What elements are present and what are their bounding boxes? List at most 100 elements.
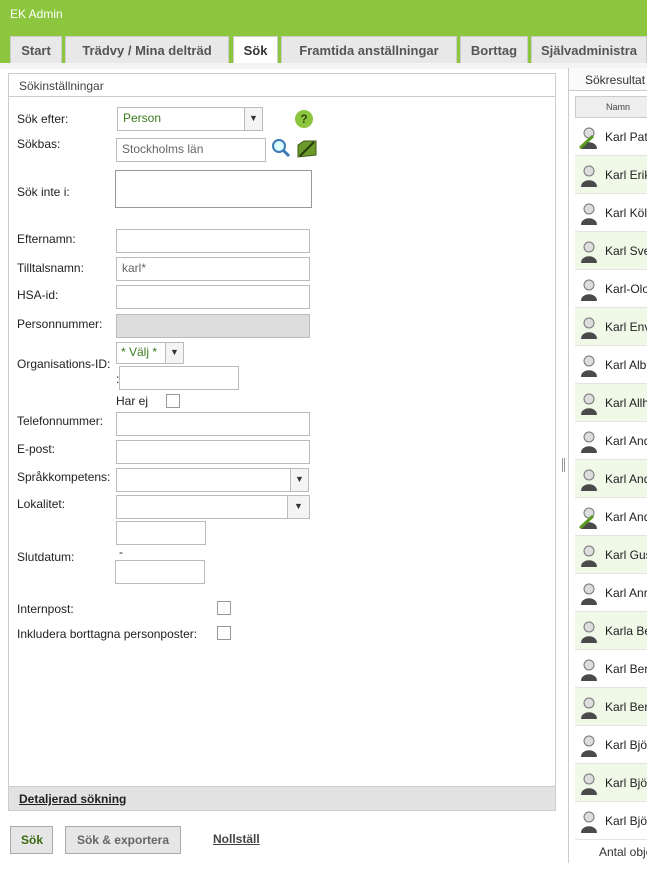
person-icon	[581, 773, 597, 795]
sok-exportera-button[interactable]: Sök & exportera	[65, 826, 181, 854]
person-icon	[581, 545, 597, 567]
tab-start[interactable]: Start	[10, 36, 62, 63]
tab-sjalvadministration[interactable]: Självadministra	[531, 36, 647, 63]
result-row[interactable]: Karl And	[575, 498, 647, 536]
har-ej-label: Har ej	[116, 394, 149, 408]
result-name: Karl Alb	[605, 358, 647, 372]
column-header-namn[interactable]: Namn	[575, 96, 647, 118]
result-name: Karl Köl	[605, 206, 647, 220]
internpost-checkbox[interactable]	[217, 601, 231, 615]
help-icon[interactable]: ?	[295, 110, 313, 128]
telefon-field[interactable]	[116, 412, 310, 436]
slutdatum-label: Slutdatum:	[17, 550, 75, 564]
orgid-select-value: * Välj *	[121, 345, 158, 359]
result-name: Karl Env	[605, 320, 647, 334]
tab-framtida[interactable]: Framtida anställningar	[281, 36, 457, 63]
person-icon	[581, 469, 597, 491]
result-row[interactable]: Karl Env	[575, 308, 647, 346]
result-name: Karl-Olo	[605, 282, 647, 296]
tab-sok[interactable]: Sök	[233, 36, 278, 64]
sprak-select[interactable]: ▼	[116, 468, 309, 492]
sok-button[interactable]: Sök	[10, 826, 53, 854]
inkludera-checkbox[interactable]	[217, 626, 231, 640]
result-row[interactable]: Karl Ben	[575, 650, 647, 688]
result-name: Karl Ben	[605, 700, 647, 714]
result-row[interactable]: Karl Anr	[575, 574, 647, 612]
slutdatum-dash: -	[119, 545, 123, 559]
internpost-label: Internpost:	[17, 602, 74, 616]
result-row[interactable]: Karl Allh	[575, 384, 647, 422]
detaljerad-sokning-link[interactable]: Detaljerad sökning	[19, 792, 126, 806]
result-name: Karl Bjö	[605, 738, 647, 752]
har-ej-checkbox[interactable]	[166, 394, 180, 408]
result-row[interactable]: Karl Pat	[575, 118, 647, 156]
efternamn-field[interactable]	[116, 229, 310, 253]
result-name: Karl Bjö	[605, 776, 647, 790]
result-row[interactable]: Karl Ben	[575, 688, 647, 726]
result-name: Karl And	[605, 510, 647, 524]
result-row[interactable]: Karl Alb	[575, 346, 647, 384]
result-row[interactable]: Karl Köl	[575, 194, 647, 232]
sok-efter-value: Person	[123, 111, 162, 125]
search-settings-panel: Sökinställningar Sök efter: Person ▼ ? S…	[8, 73, 556, 811]
result-row[interactable]: Karl Erik	[575, 156, 647, 194]
person-edit-icon	[579, 127, 597, 150]
orgid-field[interactable]	[119, 366, 239, 390]
results-panel: Sökresultat Namn Karl Pat Karl Erik Karl K…	[568, 68, 647, 863]
result-name: Karl Gus	[605, 548, 647, 562]
result-name: Karla Be	[605, 624, 647, 638]
sokbas-field[interactable]: Stockholms län	[116, 138, 266, 162]
slutdatum-from-field[interactable]	[116, 521, 206, 545]
sok-inte-field[interactable]	[115, 170, 312, 208]
person-icon	[581, 583, 597, 605]
chevron-down-icon: ▼	[165, 343, 183, 363]
lokalitet-label: Lokalitet:	[17, 497, 66, 511]
nollstall-link[interactable]: Nollställ	[213, 832, 260, 846]
result-row[interactable]: Karl And	[575, 422, 647, 460]
resize-handle[interactable]	[562, 458, 565, 472]
result-name: Karl And	[605, 434, 647, 448]
tilltalsnamn-label: Tilltalsnamn:	[17, 261, 84, 275]
tilltalsnamn-field[interactable]: karl*	[116, 257, 310, 281]
person-icon	[581, 355, 597, 377]
panel-title: Sökinställningar	[9, 74, 555, 97]
app-title: EK Admin	[10, 7, 63, 21]
tree-browse-icon[interactable]	[296, 137, 318, 159]
chevron-down-icon: ▼	[290, 469, 308, 491]
result-name: Karl And	[605, 472, 647, 486]
person-icon	[581, 279, 597, 301]
orgid-select[interactable]: * Välj * ▼	[116, 342, 184, 364]
epost-label: E-post:	[17, 442, 56, 456]
hsaid-label: HSA-id:	[17, 288, 59, 302]
result-row[interactable]: Karl-Olo	[575, 270, 647, 308]
sprak-label: Språkkompetens:	[17, 470, 111, 484]
orgid-label: Organisations-ID:	[17, 357, 111, 371]
result-row[interactable]: Karl Bjö	[575, 764, 647, 802]
lokalitet-select[interactable]: ▼	[116, 495, 310, 519]
result-row[interactable]: Karl Sve	[575, 232, 647, 270]
result-row[interactable]: Karl Bjö	[575, 802, 647, 840]
person-icon	[581, 621, 597, 643]
result-row[interactable]: Karl Bjö	[575, 726, 647, 764]
search-icon[interactable]	[270, 137, 292, 159]
tab-borttag[interactable]: Borttag	[460, 36, 528, 63]
hsaid-field[interactable]	[116, 285, 310, 309]
result-row[interactable]: Karl And	[575, 460, 647, 498]
sok-efter-select[interactable]: Person ▼	[117, 107, 263, 131]
sok-efter-label: Sök efter:	[17, 112, 69, 126]
result-name: Karl Anr	[605, 586, 647, 600]
efternamn-label: Efternamn:	[17, 232, 76, 246]
result-name: Karl Ben	[605, 662, 647, 676]
personnummer-label: Personnummer:	[17, 317, 103, 331]
sokbas-label: Sökbas:	[17, 137, 61, 151]
slutdatum-to-field[interactable]	[115, 560, 205, 584]
result-row[interactable]: Karla Be	[575, 612, 647, 650]
result-row[interactable]: Karl Gus	[575, 536, 647, 574]
results-count: Antal obje	[599, 845, 647, 859]
person-edit-icon	[579, 507, 597, 530]
personnummer-field[interactable]	[116, 314, 310, 338]
epost-field[interactable]	[116, 440, 310, 464]
chevron-down-icon: ▼	[244, 108, 262, 130]
person-icon	[581, 811, 597, 833]
tab-tradvy[interactable]: Trädvy / Mina delträd	[65, 36, 229, 63]
